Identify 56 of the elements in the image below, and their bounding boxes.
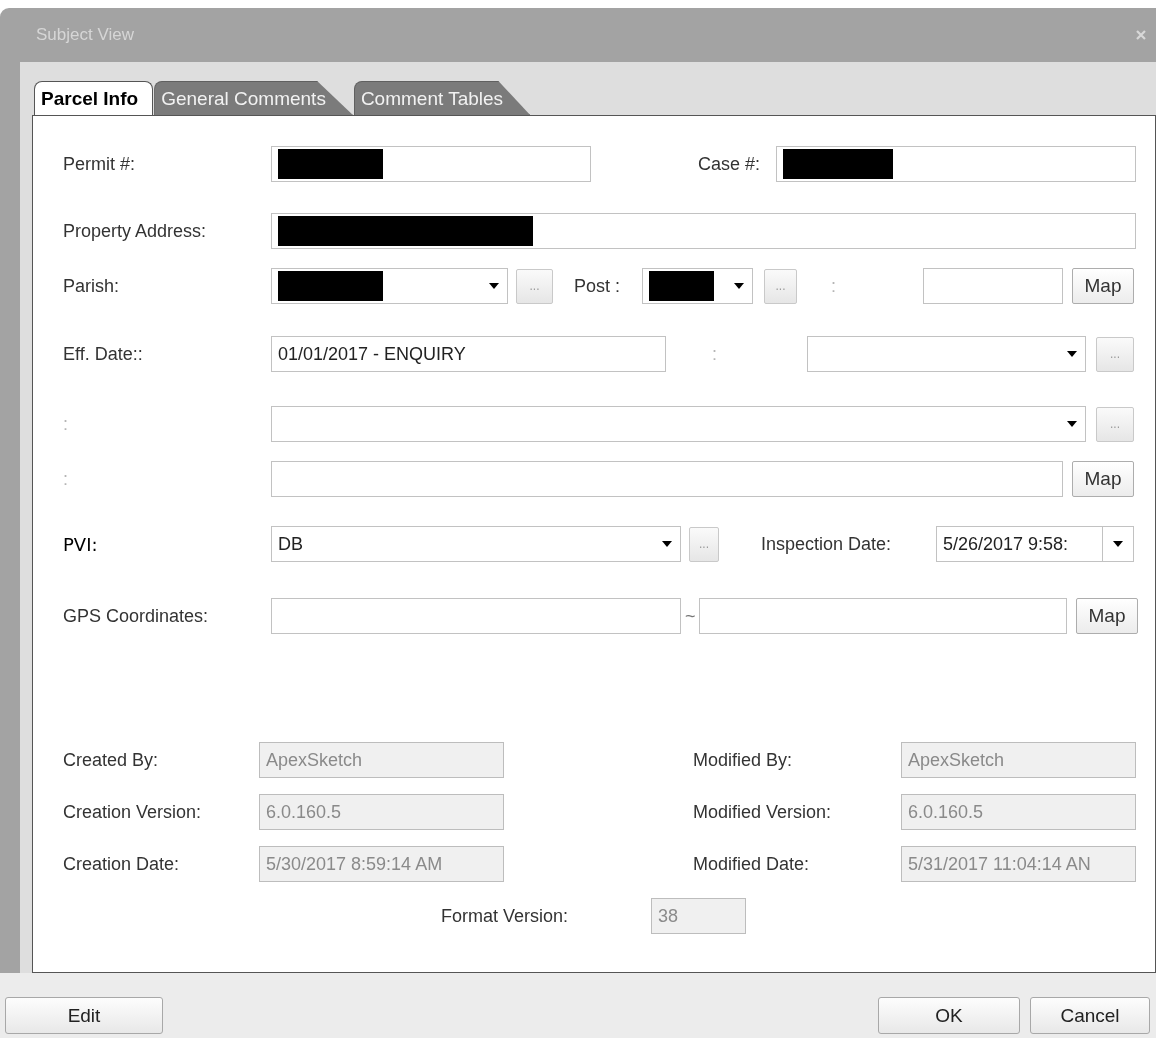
field-label: Modified Version: <box>693 801 833 823</box>
caret-icon <box>1067 351 1077 357</box>
dropdown-field[interactable]: DB <box>271 526 681 562</box>
caret-icon <box>489 283 499 289</box>
separator-text: ~ <box>685 605 697 627</box>
caret-icon <box>1067 421 1077 427</box>
field-label: Modified Date: <box>693 853 811 875</box>
browse-button[interactable]: ... <box>1096 406 1134 442</box>
field-label: Creation Date: <box>63 853 181 875</box>
field-label: Creation Version: <box>63 801 203 823</box>
input-field[interactable] <box>271 461 1063 497</box>
field-label: Format Version: <box>441 905 570 927</box>
input-field[interactable] <box>271 598 681 634</box>
browse-button[interactable]: ... <box>764 268 797 304</box>
input-field[interactable] <box>271 213 1136 249</box>
map-button[interactable]: Map <box>1072 461 1134 497</box>
tab[interactable]: General Comments <box>154 81 353 115</box>
input-field[interactable] <box>699 598 1067 634</box>
field-label: Permit #: <box>63 153 137 175</box>
tab[interactable]: Parcel Info <box>34 81 154 115</box>
caret-icon <box>662 541 672 547</box>
field-label: Post : <box>574 275 622 297</box>
field-label: : <box>712 343 718 365</box>
field-label: Inspection Date: <box>761 533 893 555</box>
dropdown-field[interactable] <box>642 268 753 304</box>
cancel-button[interactable]: Cancel <box>1030 997 1150 1034</box>
field-label: Case #: <box>698 153 762 175</box>
input-field[interactable] <box>271 146 591 182</box>
close-icon[interactable] <box>1134 28 1148 42</box>
browse-button[interactable]: ... <box>1096 336 1134 372</box>
field-label: Property Address: <box>63 220 208 242</box>
input-field[interactable]: 01/01/2017 - ENQUIRY <box>271 336 666 372</box>
edit-button[interactable]: Edit <box>5 997 163 1034</box>
field-label: GPS Coordinates: <box>63 605 210 627</box>
date-time-picker[interactable]: 5/26/2017 9:58: <box>936 526 1134 562</box>
map-button[interactable]: Map <box>1076 598 1138 634</box>
input-field[interactable] <box>776 146 1136 182</box>
field-label: Parish: <box>63 275 121 297</box>
field-label: : <box>63 413 69 435</box>
dropdown-field[interactable] <box>271 406 1086 442</box>
field-label: : <box>831 275 837 297</box>
field-label: Eff. Date:: <box>63 343 144 365</box>
ok-button[interactable]: OK <box>878 997 1020 1034</box>
caret-icon <box>1113 541 1123 547</box>
dropdown-field[interactable] <box>807 336 1086 372</box>
input-field[interactable] <box>923 268 1063 304</box>
dropdown-field[interactable] <box>271 268 508 304</box>
tab[interactable]: Comment Tables <box>353 81 531 115</box>
field-label: Modified By: <box>693 749 794 771</box>
field-label: PVI: <box>63 533 99 555</box>
field-label: Created By: <box>63 749 160 771</box>
field-label: : <box>63 468 69 490</box>
caret-icon <box>734 283 744 289</box>
browse-button[interactable]: ... <box>689 526 719 562</box>
browse-button[interactable]: ... <box>516 268 553 304</box>
map-button[interactable]: Map <box>1072 268 1134 304</box>
